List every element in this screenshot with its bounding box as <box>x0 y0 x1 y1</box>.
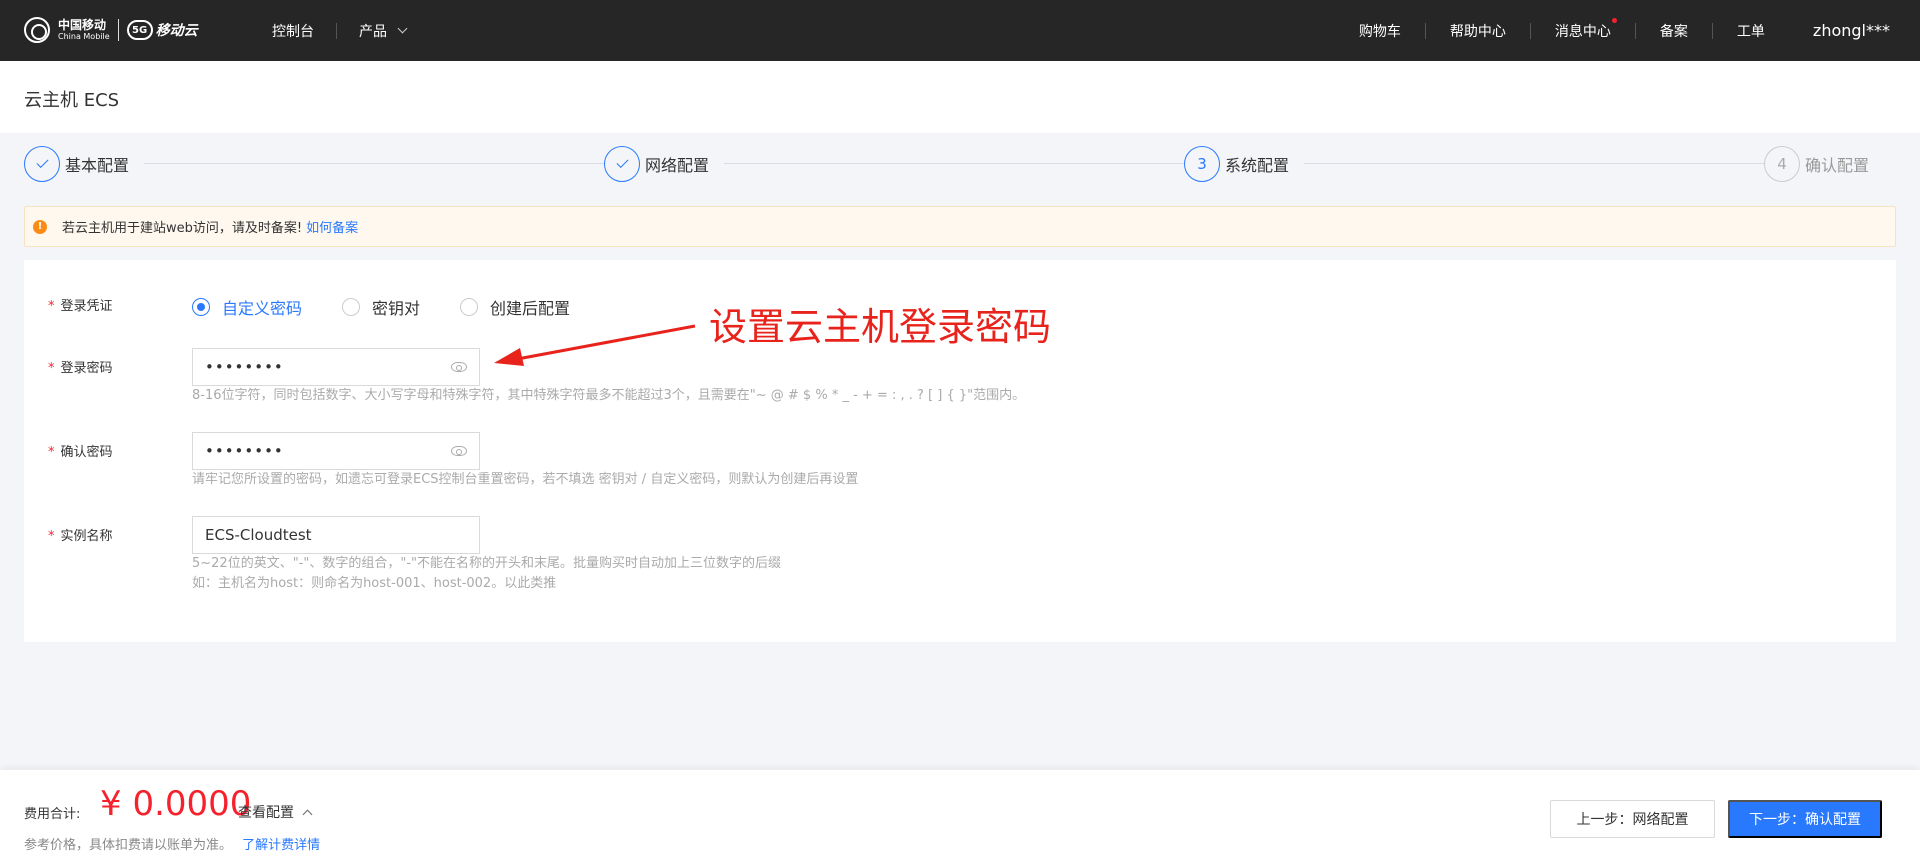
next-step-button[interactable]: 下一步：确认配置 <box>1728 800 1882 838</box>
nav-products-label: 产品 <box>359 23 387 40</box>
check-icon <box>604 146 640 182</box>
footer-bar: 费用合计: ¥ 0.0000 查看配置 参考价格，具体扣费请以账单为准。 了解计… <box>0 770 1920 866</box>
nav-ticket[interactable]: 工单 <box>1713 21 1789 41</box>
confirm-password-input[interactable]: •••••••• <box>192 432 480 470</box>
nav-help[interactable]: 帮助中心 <box>1426 21 1530 41</box>
nav-messages[interactable]: 消息中心 <box>1531 17 1635 41</box>
title-bar: 云主机 ECS <box>0 61 1920 133</box>
page-title: 云主机 ECS <box>24 90 120 111</box>
logo-en: China Mobile <box>58 32 110 41</box>
5g-icon: 5G <box>126 20 153 40</box>
fee-total: ¥ 0.0000 <box>100 784 252 824</box>
password-input[interactable]: •••••••• <box>192 348 480 386</box>
view-config-label: 查看配置 <box>238 805 294 821</box>
logo-brand: 移动云 <box>155 23 198 39</box>
chevron-down-icon <box>397 23 408 34</box>
instance-name-label: * 实例名称 <box>48 525 113 544</box>
user-menu[interactable]: zhongl*** <box>1789 21 1890 40</box>
check-icon <box>24 146 60 182</box>
radio-label: 创建后配置 <box>490 299 571 318</box>
china-mobile-logo[interactable]: 中国移动 China Mobile 5G 移动云 <box>24 17 198 43</box>
reference-text: 参考价格，具体扣费请以账单为准。 <box>24 838 233 853</box>
radio-configure-later[interactable]: 创建后配置 <box>460 295 570 319</box>
required-mark: * <box>48 529 55 544</box>
instance-name-hint: 5~22位的英文、"-"、数字的组合，"-"不能在名称的开头和末尾。批量购买时自… <box>192 556 782 571</box>
step-basic[interactable]: 基本配置 <box>24 146 129 182</box>
nav-console[interactable]: 控制台 <box>250 21 336 41</box>
confirm-password-value: •••••••• <box>205 442 284 460</box>
view-config-toggle[interactable]: 查看配置 <box>238 802 313 822</box>
required-mark: * <box>48 361 55 376</box>
step-connector <box>1304 163 1774 164</box>
how-to-file-link[interactable]: 如何备案 <box>306 217 358 236</box>
annotation-text: 设置云主机登录密码 <box>709 305 1052 349</box>
step-label: 网络配置 <box>645 156 710 175</box>
fee-label: 费用合计: <box>24 807 81 822</box>
instance-name-input[interactable]: ECS-Cloudtest <box>192 516 480 554</box>
step-connector <box>724 163 1196 164</box>
confirm-password-label: * 确认密码 <box>48 441 113 460</box>
step-label: 确认配置 <box>1805 156 1870 175</box>
nav-products[interactable]: 产品 <box>337 21 428 41</box>
top-nav: 中国移动 China Mobile 5G 移动云 控制台 产品 购物车 帮助中心… <box>0 0 1920 61</box>
step-progress: 基本配置 网络配置 3 系统配置 4 确认配置 <box>24 146 1874 182</box>
step-label: 系统配置 <box>1225 156 1290 175</box>
credential-label: * 登录凭证 <box>48 295 113 314</box>
annotation-arrow-icon <box>494 324 696 366</box>
password-hint: 8-16位字符，同时包括数字、大小写字母和特殊字符，其中特殊字符最多不能超过3个… <box>192 388 1026 403</box>
confirm-password-hint: 请牢记您所设置的密码，如遗忘可登录ECS控制台重置密码，若不填选 密钥对 / 自… <box>192 472 859 487</box>
eye-icon[interactable] <box>451 362 467 372</box>
5g-cloud-logo: 5G 移动云 <box>126 20 198 40</box>
step-number: 3 <box>1184 146 1220 182</box>
credential-radio-group: 自定义密码 密钥对 创建后配置 <box>192 295 610 319</box>
step-connector <box>144 163 614 164</box>
step-label: 基本配置 <box>65 156 130 175</box>
step-network[interactable]: 网络配置 <box>604 146 709 182</box>
nav-messages-label: 消息中心 <box>1554 23 1611 40</box>
filing-alert: ! 若云主机用于建站web访问，请及时备案! 如何备案 <box>24 206 1896 247</box>
billing-details-link[interactable]: 了解计费详情 <box>242 838 320 853</box>
credential-label-text: 登录凭证 <box>60 299 113 314</box>
instance-name-example: 如：主机名为host：则命名为host-001、host-002。以此类推 <box>192 576 557 591</box>
nav-right: 购物车 帮助中心 消息中心 备案 工单 zhongl*** <box>1335 0 1890 61</box>
radio-key-pair[interactable]: 密钥对 <box>342 295 420 319</box>
radio-label: 自定义密码 <box>222 299 303 318</box>
nav-cart[interactable]: 购物车 <box>1335 21 1425 41</box>
notification-dot-icon <box>1611 17 1617 23</box>
instance-name-value: ECS-Cloudtest <box>205 526 312 544</box>
alert-text: 若云主机用于建站web访问，请及时备案! <box>62 221 303 236</box>
warning-icon: ! <box>33 219 47 234</box>
reference-price-note: 参考价格，具体扣费请以账单为准。 了解计费详情 <box>24 834 320 853</box>
confirm-label-text: 确认密码 <box>60 445 113 460</box>
chevron-up-icon <box>302 809 313 819</box>
password-label-text: 登录密码 <box>60 361 113 376</box>
radio-unchecked-icon <box>342 298 361 316</box>
prev-step-button[interactable]: 上一步：网络配置 <box>1550 800 1715 838</box>
step-confirm: 4 确认配置 <box>1764 146 1869 182</box>
password-label: * 登录密码 <box>48 357 113 376</box>
password-value: •••••••• <box>205 358 284 376</box>
nav-filing[interactable]: 备案 <box>1636 21 1712 41</box>
radio-custom-password[interactable]: 自定义密码 <box>192 295 302 319</box>
logo-divider <box>117 19 119 41</box>
step-number: 4 <box>1764 146 1800 182</box>
radio-unchecked-icon <box>460 298 479 316</box>
required-mark: * <box>48 445 55 460</box>
logo-text: 中国移动 China Mobile <box>58 19 110 41</box>
step-system: 3 系统配置 <box>1184 146 1289 182</box>
eye-icon[interactable] <box>451 446 467 456</box>
instance-label-text: 实例名称 <box>60 529 113 544</box>
nav-left: 控制台 产品 <box>250 0 428 61</box>
logo-cn: 中国移动 <box>58 18 107 32</box>
china-mobile-logo-icon <box>24 17 50 43</box>
radio-label: 密钥对 <box>372 299 421 318</box>
radio-checked-icon <box>192 298 210 316</box>
required-mark: * <box>48 299 55 314</box>
